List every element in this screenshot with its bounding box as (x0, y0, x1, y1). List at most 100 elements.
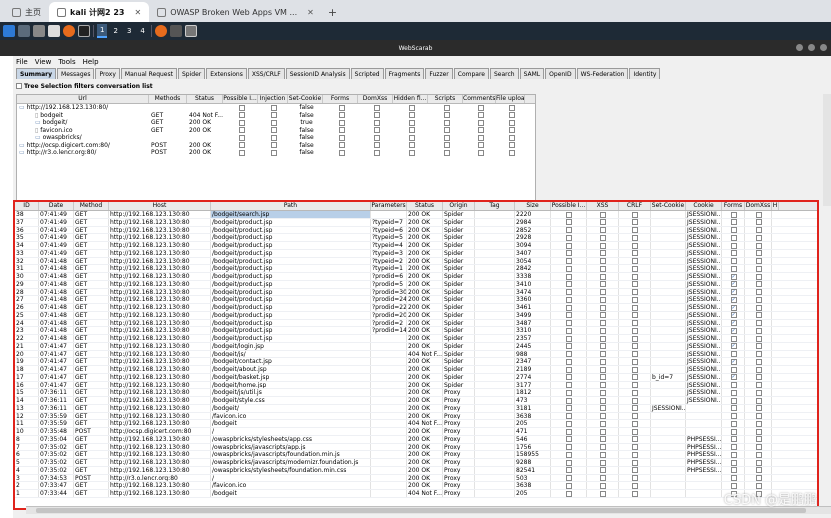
tree-filter-checkbox[interactable] (16, 83, 22, 89)
checkbox[interactable] (600, 358, 606, 365)
checkbox[interactable] (508, 119, 515, 126)
tab-ws-federation[interactable]: WS-Federation (576, 68, 629, 79)
conversation-row[interactable]: 17 07:41:47 GET http://192.168.123.130:80/b… (15, 373, 817, 382)
checkbox[interactable] (730, 351, 737, 357)
checkbox[interactable] (477, 104, 484, 111)
menu-view[interactable]: View (35, 58, 52, 66)
conversation-row[interactable]: 31 07:41:48 GET http://192.168.123.130:80/b… (15, 265, 817, 273)
checkbox[interactable] (600, 405, 606, 412)
checkbox[interactable] (632, 451, 638, 458)
checkbox[interactable] (600, 242, 606, 249)
checkbox[interactable] (730, 281, 737, 288)
checkbox[interactable] (238, 119, 245, 126)
checkbox[interactable] (600, 451, 606, 458)
app-window-icon[interactable] (169, 25, 182, 37)
tree-column-header[interactable]: File upload (496, 95, 525, 103)
conversation-row[interactable]: 29 07:41:48 GET http://192.168.123.130:80/b… (15, 280, 817, 289)
checkbox[interactable] (271, 149, 277, 156)
column-header-cookie[interactable]: Cookie (686, 202, 722, 210)
column-header-forms[interactable]: Forms (722, 202, 745, 210)
checkbox[interactable] (755, 335, 762, 342)
checkbox[interactable] (566, 451, 572, 458)
tree-column-header[interactable]: Url (17, 95, 149, 103)
checkbox[interactable] (477, 142, 484, 148)
checkbox[interactable] (373, 104, 380, 111)
checkbox[interactable] (566, 420, 572, 427)
checkbox[interactable] (730, 482, 737, 489)
conversation-row[interactable]: 3 07:34:53 POST http://r3.o.lencr.org:80/ 20… (15, 474, 817, 483)
column-header-possible-i-[interactable]: Possible I... (551, 202, 587, 210)
checkbox[interactable] (566, 428, 572, 435)
checkbox[interactable] (730, 436, 737, 443)
checkbox[interactable] (566, 413, 572, 419)
checkbox[interactable] (755, 467, 762, 474)
tab-messages[interactable]: Messages (57, 68, 95, 79)
checkbox[interactable] (600, 436, 606, 443)
checkbox[interactable] (566, 351, 572, 357)
conversation-row[interactable]: 27 07:41:48 GET http://192.168.123.130:80/b… (15, 296, 817, 304)
checkbox[interactable] (755, 281, 762, 288)
checkbox[interactable] (338, 142, 345, 148)
column-header-method[interactable]: Method (74, 202, 109, 210)
tab-identity[interactable]: Identity (629, 68, 661, 79)
checkbox[interactable] (755, 343, 762, 350)
conversation-row[interactable]: 28 07:41:48 GET http://192.168.123.130:80/b… (15, 288, 817, 297)
checkbox[interactable] (632, 242, 638, 249)
checkbox[interactable] (566, 242, 572, 249)
checkbox[interactable] (632, 312, 638, 319)
checkbox[interactable] (730, 289, 737, 295)
conversation-row[interactable]: 8 07:35:04 GET http://192.168.123.130:80/ow… (15, 435, 817, 444)
checkbox[interactable] (600, 490, 606, 497)
browser-tab-owasp[interactable]: OWASP Broken Web Apps VM ... ✕ (149, 2, 322, 22)
checkbox[interactable] (755, 312, 762, 319)
checkbox[interactable] (755, 227, 762, 233)
close-icon[interactable]: ✕ (307, 8, 314, 17)
checkbox[interactable] (566, 258, 572, 264)
checkbox[interactable] (600, 335, 606, 342)
checkbox[interactable] (600, 467, 606, 474)
desktop-icon[interactable] (18, 25, 30, 37)
checkbox[interactable] (508, 112, 515, 118)
checkbox[interactable] (508, 127, 515, 133)
browser-tab-kali[interactable]: kali 计网2 23 ✕ (49, 2, 150, 22)
column-header-origin[interactable]: Origin (443, 202, 475, 210)
checkbox[interactable] (730, 234, 737, 241)
conversation-row[interactable]: 22 07:41:48 GET http://192.168.123.130:80/b… (15, 335, 817, 343)
tree-node[interactable]: ▭ owaspbricks/false (17, 134, 535, 142)
checkbox[interactable] (566, 459, 572, 466)
close-icon[interactable]: ✕ (134, 8, 141, 17)
column-header-date[interactable]: Date (39, 202, 74, 210)
checkbox[interactable] (632, 296, 638, 303)
checkbox[interactable] (566, 265, 572, 272)
checkbox[interactable] (271, 112, 277, 118)
tab-sessionid-analysis[interactable]: SessionID Analysis (285, 68, 350, 79)
checkbox[interactable] (271, 134, 277, 141)
checkbox[interactable] (600, 211, 606, 218)
tree-node[interactable]: ▭ http://192.168.123.130:80/false (17, 104, 535, 112)
checkbox[interactable] (408, 119, 415, 126)
checkbox[interactable] (730, 405, 737, 412)
checkbox[interactable] (600, 320, 606, 326)
checkbox[interactable] (508, 104, 515, 111)
checkbox[interactable] (730, 413, 737, 419)
checkbox[interactable] (755, 258, 762, 264)
checkbox[interactable] (600, 482, 606, 489)
files-icon[interactable] (33, 25, 45, 37)
column-header-host[interactable]: Host (109, 202, 211, 210)
checkbox[interactable] (338, 119, 345, 126)
checkbox[interactable] (508, 134, 515, 141)
checkbox[interactable] (600, 227, 606, 233)
checkbox[interactable] (632, 413, 638, 419)
checkbox[interactable] (632, 382, 638, 388)
workspace-3[interactable]: 3 (124, 24, 134, 38)
conversation-row[interactable]: 10 07:35:48 POST http://ocsp.digicert.com:8… (15, 428, 817, 436)
checkbox[interactable] (338, 127, 345, 133)
checkbox[interactable] (600, 366, 606, 373)
checkbox[interactable] (632, 490, 638, 497)
checkbox[interactable] (755, 320, 762, 326)
checkbox[interactable] (373, 112, 380, 118)
tree-column-header[interactable]: Forms (323, 95, 358, 103)
checkbox[interactable] (338, 134, 345, 141)
checkbox[interactable] (408, 104, 415, 111)
checkbox[interactable] (600, 234, 606, 241)
